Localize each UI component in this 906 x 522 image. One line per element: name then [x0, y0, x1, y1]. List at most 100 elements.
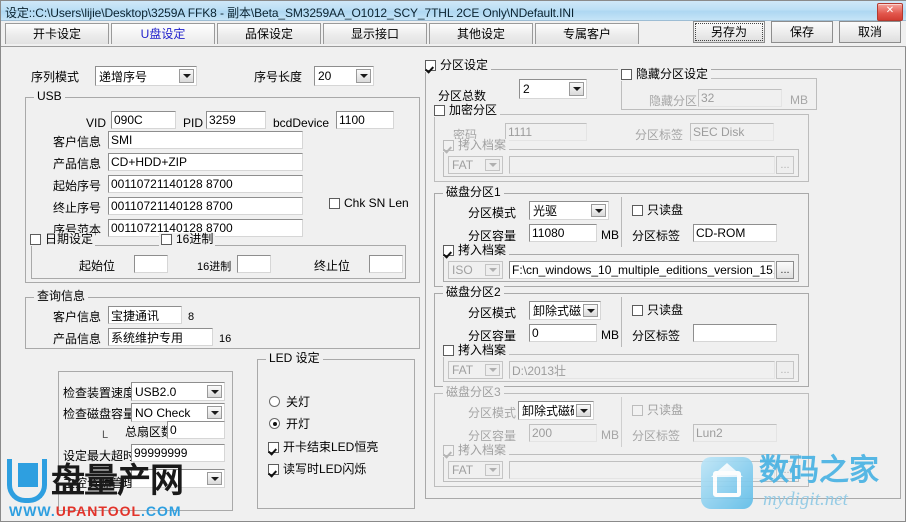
- start-serial-label: 起始序号: [53, 179, 101, 193]
- upantool-logo-icon: [7, 459, 47, 503]
- query-vendor-label: 客户信息: [53, 310, 101, 324]
- max-timeout-input[interactable]: 99999999: [131, 444, 225, 462]
- disk1-path-input[interactable]: F:\cn_windows_10_multiple_editions_versi…: [509, 261, 775, 279]
- disk2-path-input[interactable]: D:\2013壮: [509, 361, 775, 379]
- tab-usb-disk[interactable]: U盘设定: [111, 23, 215, 44]
- pid-input[interactable]: 3259: [206, 111, 266, 129]
- disk1-size-unit: MB: [601, 228, 619, 242]
- checkbox-icon: [329, 198, 340, 209]
- date-setting-checkbox[interactable]: 日期设定: [28, 233, 95, 246]
- led-on-radio[interactable]: 开灯: [269, 415, 310, 432]
- checkbox-icon: [443, 345, 454, 356]
- total-sectors-input[interactable]: 0: [167, 421, 225, 439]
- partition-count-label: 分区总数: [438, 89, 486, 103]
- product-info-label: 产品信息: [53, 157, 101, 171]
- tab-exclusive[interactable]: 专属客户: [535, 23, 639, 44]
- partition-count-select[interactable]: 2: [519, 79, 587, 99]
- disk1-copy-checkbox[interactable]: 拷入档案: [440, 244, 509, 257]
- serial-mode-select[interactable]: 递增序号: [95, 66, 197, 86]
- encrypt-volume-input[interactable]: SEC Disk: [690, 123, 774, 141]
- hidden-size-unit: MB: [790, 93, 808, 107]
- led-steady-checkbox[interactable]: 开卡结束LED恒亮: [268, 441, 378, 454]
- tab-display-port[interactable]: 显示接口: [323, 23, 427, 44]
- disk3-mode-label: 分区模式: [468, 406, 516, 420]
- led-blink-label: 读写时LED闪烁: [283, 463, 366, 476]
- disk2-browse-button[interactable]: ...: [776, 361, 794, 379]
- vid-input[interactable]: 090C: [111, 111, 176, 129]
- disk3-copy-checkbox[interactable]: 拷入档案: [440, 444, 509, 457]
- disk2-size-input[interactable]: 0: [529, 324, 597, 342]
- disk1-volume-label: 分区标签: [632, 229, 680, 243]
- bcddevice-input[interactable]: 1100: [336, 111, 394, 129]
- disk1-mode-select[interactable]: 光驱: [529, 201, 609, 220]
- cancel-button[interactable]: 取消: [839, 21, 901, 43]
- disk3-fs-select[interactable]: FAT: [448, 461, 503, 479]
- tab-other[interactable]: 其他设定: [429, 23, 533, 44]
- encrypt-path-input[interactable]: [509, 156, 775, 174]
- disk3-readonly-checkbox[interactable]: 只读盘: [632, 404, 683, 417]
- check-speed-select[interactable]: USB2.0: [131, 382, 225, 401]
- close-icon[interactable]: ✕: [877, 3, 903, 21]
- chk-sn-len-checkbox[interactable]: Chk SN Len: [329, 197, 409, 210]
- serial-length-label: 序号长度: [254, 70, 302, 84]
- disk3-volume-input[interactable]: Lun2: [693, 424, 777, 442]
- start-pos-input[interactable]: [134, 255, 168, 273]
- encrypt-password-input[interactable]: 1111: [505, 123, 587, 141]
- disk1-readonly-checkbox[interactable]: 只读盘: [632, 204, 683, 217]
- serial-length-select[interactable]: 20: [314, 66, 374, 86]
- hidden-size-input[interactable]: 32: [698, 89, 782, 107]
- disk3-mode-select[interactable]: 卸除式磁碟: [518, 401, 594, 420]
- disk3-size-label: 分区容量: [468, 429, 516, 443]
- disk2-readonly-checkbox[interactable]: 只读盘: [632, 304, 683, 317]
- disk2-fs-value: FAT: [449, 363, 483, 377]
- query-product-input[interactable]: 系统维护专用: [108, 328, 213, 346]
- led-group-caption: LED 设定: [266, 352, 323, 364]
- disk3-path-input[interactable]: [509, 461, 775, 479]
- vendor-info-input[interactable]: SMI: [108, 131, 303, 149]
- pid-label: PID: [183, 116, 203, 130]
- serial-mode-value: 递增序号: [96, 68, 177, 85]
- disk1-size-input[interactable]: 11080: [529, 224, 597, 242]
- led-blink-checkbox[interactable]: 读写时LED闪烁: [268, 463, 366, 476]
- encrypt-partition-checkbox[interactable]: 加密分区: [431, 104, 500, 117]
- save-as-button[interactable]: 另存为: [693, 21, 765, 43]
- end-serial-input[interactable]: 00110721140128 8700: [108, 197, 303, 215]
- hidden-size-label: 隐藏分区: [649, 94, 697, 108]
- disk2-fs-select[interactable]: FAT: [448, 361, 503, 379]
- hex-checkbox[interactable]: 16进制: [159, 233, 215, 246]
- disk1-fs-select[interactable]: ISO: [448, 261, 503, 279]
- disk1-volume-input[interactable]: CD-ROM: [693, 224, 777, 242]
- encrypt-browse-button[interactable]: ...: [776, 156, 794, 174]
- tab-open-card[interactable]: 开卡设定: [5, 23, 109, 44]
- tab-quality[interactable]: 品保设定: [217, 23, 321, 44]
- partition-settings-checkbox[interactable]: 分区设定: [422, 59, 491, 72]
- disk3-browse-button[interactable]: ...: [776, 461, 794, 479]
- vendor-info-label: 客户信息: [53, 135, 101, 149]
- led-off-radio[interactable]: 关灯: [269, 393, 310, 410]
- disk3-size-input[interactable]: 200: [529, 424, 597, 442]
- query-vendor-input[interactable]: 宝捷通讯: [108, 306, 182, 324]
- title-bar: 设定::C:\Users\lijie\Desktop\3259A FFK8 - …: [1, 1, 906, 21]
- disk1-browse-button[interactable]: ...: [776, 261, 794, 279]
- hidden-partition-checkbox[interactable]: 隐藏分区设定: [618, 68, 711, 81]
- save-button[interactable]: 保存: [771, 21, 833, 43]
- chevron-down-icon: [583, 304, 598, 317]
- start-serial-input[interactable]: 00110721140128 8700: [108, 175, 303, 193]
- disk1-mode-label: 分区模式: [468, 206, 516, 220]
- check-capacity-value: NO Check: [132, 406, 205, 420]
- disk2-copy-checkbox[interactable]: 拷入档案: [440, 344, 509, 357]
- resource-mgr-select[interactable]: [131, 469, 225, 488]
- l-label: L: [102, 428, 108, 442]
- date-setting-label: 日期设定: [45, 233, 93, 246]
- disk1-copy-label: 拷入档案: [458, 244, 506, 257]
- end-pos-input[interactable]: [369, 255, 403, 273]
- product-info-input[interactable]: CD+HDD+ZIP: [108, 153, 303, 171]
- disk2-mode-select[interactable]: 卸除式磁碟: [529, 301, 601, 320]
- encrypt-fs-select[interactable]: FAT: [448, 156, 503, 174]
- partition-count-value: 2: [520, 82, 567, 96]
- check-capacity-select[interactable]: NO Check: [131, 403, 225, 422]
- encrypt-copy-checkbox[interactable]: 拷入档案: [440, 139, 509, 152]
- vid-label: VID: [86, 116, 106, 130]
- disk2-volume-input[interactable]: [693, 324, 777, 342]
- hex2-input[interactable]: [237, 255, 271, 273]
